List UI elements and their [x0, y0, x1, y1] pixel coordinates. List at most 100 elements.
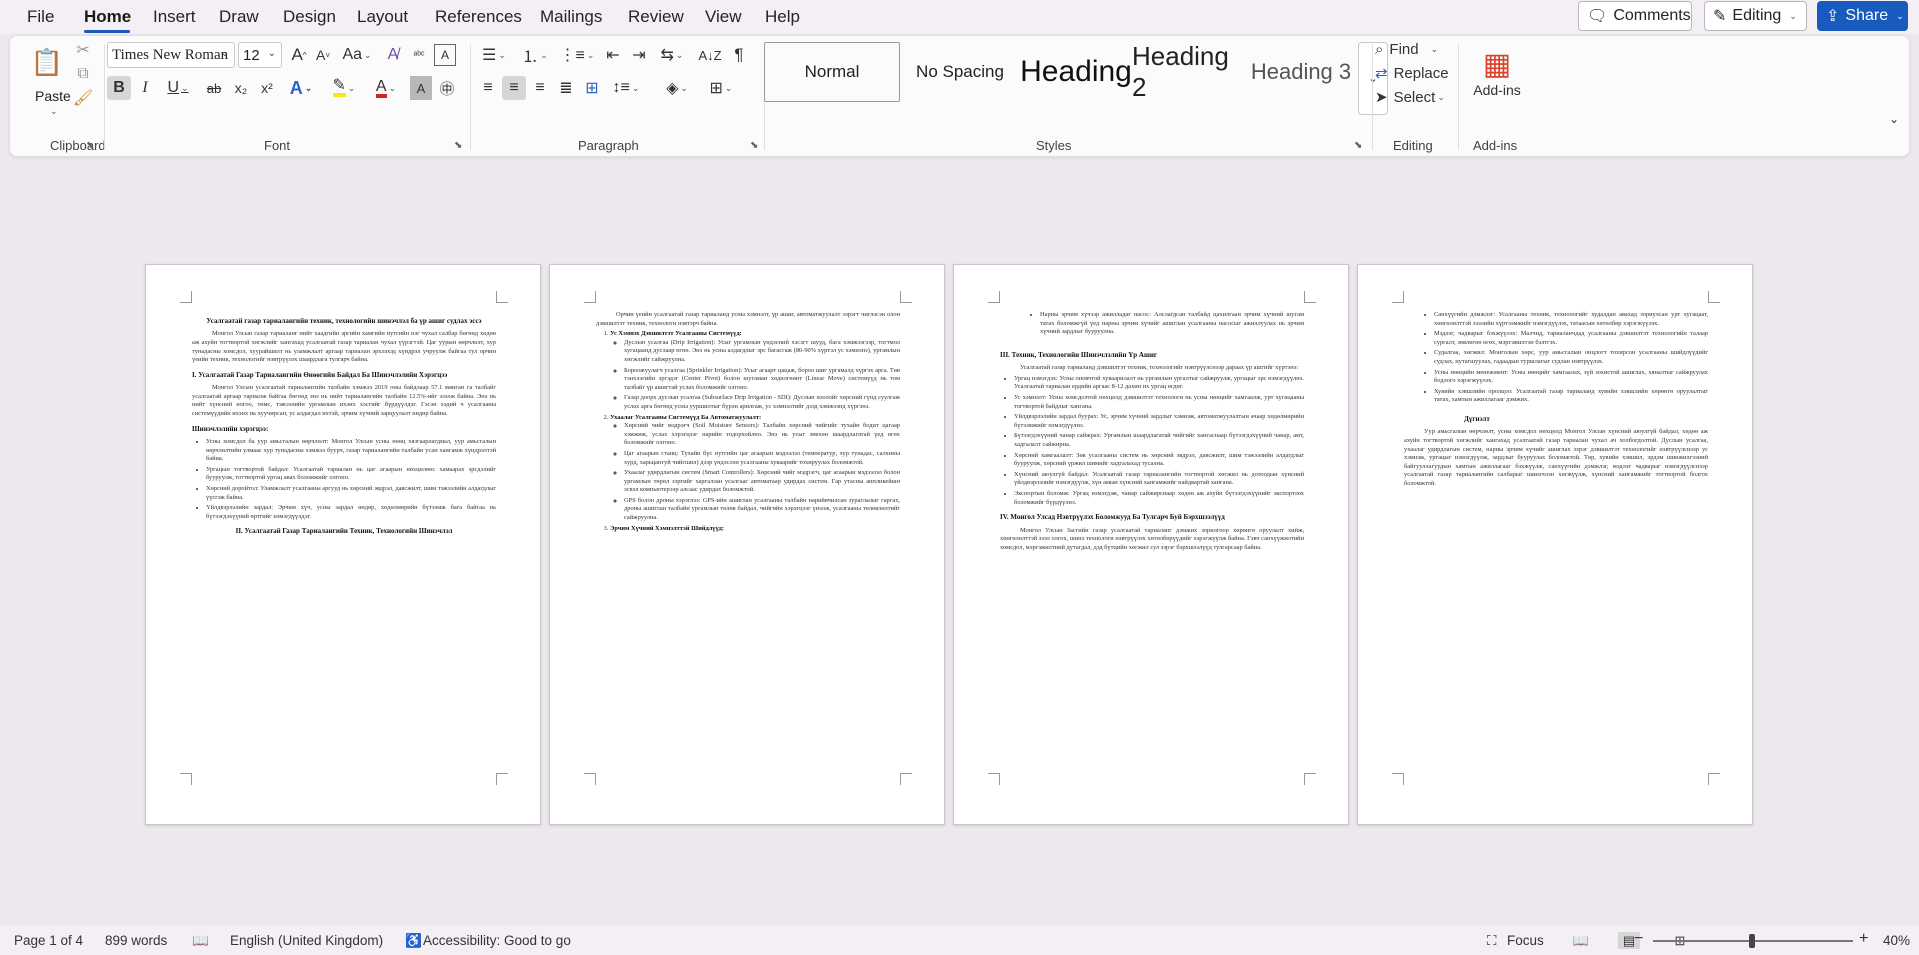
accessibility-status[interactable]: Accessibility: Good to go: [423, 933, 571, 948]
copy-button[interactable]: ⧉: [72, 64, 94, 84]
enclose-characters-button[interactable]: ㊥: [436, 76, 458, 100]
tab-design[interactable]: Design: [283, 7, 336, 27]
text-effects-button[interactable]: A ⌄: [284, 76, 318, 100]
list-item: Бороожуулагч усалгаа (Sprinkler Irrigati…: [624, 367, 900, 393]
grow-font-button[interactable]: A ^: [288, 44, 310, 66]
font-size-select[interactable]: 12 ⌄: [238, 42, 282, 68]
borders-button[interactable]: ⊞ ⌄: [702, 76, 740, 100]
show-formatting-marks-button[interactable]: ¶: [728, 44, 750, 66]
add-ins-button[interactable]: ▦ Add-ins: [1470, 38, 1524, 108]
share-button[interactable]: ⇪ Share ⌄: [1817, 1, 1908, 31]
phonetic-guide-button[interactable]: ᵃᵇᶜ: [408, 44, 430, 66]
crop-mark: [1304, 291, 1316, 303]
style-no-spacing[interactable]: No Spacing: [904, 42, 1016, 102]
change-case-button[interactable]: Aa ⌄: [338, 44, 376, 66]
numbering-button[interactable]: ⒈ ⌄: [516, 44, 554, 66]
cut-button[interactable]: ✂: [72, 40, 94, 60]
text-direction-button[interactable]: ⇆ ⌄: [654, 44, 690, 66]
select-button[interactable]: ➤ Select ⌄: [1375, 86, 1465, 108]
document-page-1[interactable]: Усалгаатай газар тариалангийн техник, те…: [145, 264, 541, 825]
comments-button[interactable]: 🗨 Comments: [1578, 1, 1692, 31]
paste-label: Paste: [35, 88, 71, 104]
increase-indent-button[interactable]: ⇥: [628, 44, 650, 66]
tab-mailings[interactable]: Mailings: [540, 7, 602, 27]
font-launcher-icon[interactable]: ⬊: [454, 140, 462, 151]
focus-button[interactable]: Focus: [1507, 933, 1544, 948]
style-heading-3[interactable]: Heading 3: [1248, 42, 1354, 102]
zoom-slider-handle[interactable]: [1749, 934, 1755, 948]
tab-insert[interactable]: Insert: [153, 7, 196, 27]
tab-view[interactable]: View: [705, 7, 742, 27]
chevron-down-icon: ⌄: [181, 82, 189, 93]
decrease-indent-button[interactable]: ⇤: [602, 44, 624, 66]
page-3-text: Нарны эрчим хүчээр ажилладаг насос: Алсл…: [1000, 311, 1304, 554]
replace-button[interactable]: ⇄ Replace: [1375, 62, 1465, 84]
clipboard-launcher-icon[interactable]: ⬊: [86, 140, 94, 151]
editing-mode-button[interactable]: ✎ Editing ⌄: [1704, 1, 1807, 31]
align-left-button[interactable]: ≡: [476, 76, 500, 100]
format-painter-button[interactable]: 🖌: [72, 88, 94, 108]
read-mode-icon[interactable]: 📖: [1570, 932, 1592, 949]
font-color-button[interactable]: A ⌄: [368, 76, 404, 100]
clear-formatting-button[interactable]: A̸: [382, 44, 404, 66]
bullets-button[interactable]: ☰ ⌄: [476, 44, 512, 66]
crop-mark: [900, 291, 912, 303]
multilevel-list-button[interactable]: ⋮≡ ⌄: [558, 44, 596, 66]
ribbon-home: 📋 Paste ⌄ ✂ ⧉ 🖌 Clipboard ⬊ Times New Ro…: [9, 35, 1910, 157]
distributed-button[interactable]: ⊞: [580, 76, 604, 100]
character-shading-button[interactable]: A: [410, 76, 432, 100]
tab-review[interactable]: Review: [628, 7, 684, 27]
find-button[interactable]: ⌕ Find ⌄: [1375, 38, 1455, 60]
align-center-button[interactable]: ≡: [502, 76, 526, 100]
pilcrow-icon: ¶: [734, 45, 744, 64]
tab-layout[interactable]: Layout: [357, 7, 408, 27]
sort-button[interactable]: A↓Z: [698, 44, 722, 66]
document-page-2[interactable]: Орчин үеийн усалгаатай газар тариаланд у…: [549, 264, 945, 825]
word-count[interactable]: 899 words: [105, 933, 167, 948]
underline-button[interactable]: U ⌄: [160, 76, 196, 100]
tab-references[interactable]: References: [435, 7, 522, 27]
zoom-out-icon[interactable]: −: [1634, 930, 1643, 948]
document-page-4[interactable]: Санхүүгийн дэмжлэг: Усалгааны техник, те…: [1357, 264, 1753, 825]
tab-file[interactable]: File: [27, 7, 54, 27]
superscript-button[interactable]: x²: [255, 76, 279, 100]
paragraph-launcher-icon[interactable]: ⬊: [750, 140, 758, 151]
tab-draw[interactable]: Draw: [219, 7, 259, 27]
highlight-color-button[interactable]: ✎ ⌄: [324, 76, 364, 100]
italic-button[interactable]: I: [134, 76, 156, 100]
list-item: Хөрсний хамгаалалт: Зөв усалгааны систем…: [1014, 452, 1304, 469]
tab-help[interactable]: Help: [765, 7, 800, 27]
document-page-3[interactable]: Нарны эрчим хүчээр ажилладаг насос: Алсл…: [953, 264, 1349, 825]
style-normal[interactable]: Normal: [764, 42, 900, 102]
borders-icon: ⊞: [709, 80, 723, 97]
styles-launcher-icon[interactable]: ⬊: [1354, 140, 1362, 151]
zoom-in-icon[interactable]: +: [1859, 930, 1868, 948]
subscript-button[interactable]: x₂: [229, 76, 253, 100]
paste-button[interactable]: 📋: [28, 42, 66, 82]
language-indicator[interactable]: English (United Kingdom): [230, 933, 383, 948]
chevron-down-icon: ⌄: [586, 49, 595, 60]
strikethrough-button[interactable]: ab: [202, 76, 226, 100]
page-4-text: Санхүүгийн дэмжлэг: Усалгааны техник, те…: [1404, 311, 1708, 491]
align-right-button[interactable]: ≡: [528, 76, 552, 100]
tab-home[interactable]: Home: [84, 7, 131, 27]
page-count[interactable]: Page 1 of 4: [14, 933, 83, 948]
style-heading[interactable]: Heading: [1020, 42, 1132, 102]
enclose-characters-icon: ㊥: [439, 80, 455, 98]
character-border-button[interactable]: A: [434, 44, 456, 66]
chevron-down-icon[interactable]: ⌄: [50, 106, 58, 117]
bold-button[interactable]: B: [107, 76, 131, 100]
font-family-select[interactable]: Times New Roman ⌄: [107, 42, 235, 68]
list-item: Усны нөөцийн менежмент: Усны нөөцийг хам…: [1434, 369, 1708, 386]
collapse-ribbon-button[interactable]: ⌄: [1884, 111, 1904, 127]
bullet-list: Дуслын усалгаа (Drip Irrigation): Усыг у…: [610, 339, 900, 412]
document-canvas[interactable]: Усалгаатай газар тариалангийн техник, те…: [0, 158, 1919, 926]
shrink-font-button[interactable]: A ˅: [312, 44, 334, 66]
justify-button[interactable]: ≣: [554, 76, 578, 100]
shading-button[interactable]: ◈ ⌄: [658, 76, 696, 100]
line-spacing-button[interactable]: ↕≡ ⌄: [608, 76, 644, 100]
zoom-level[interactable]: 40%: [1883, 933, 1910, 948]
crop-mark: [1392, 291, 1404, 303]
proofing-icon[interactable]: 📖: [192, 933, 209, 949]
style-heading-2[interactable]: Heading 2: [1132, 41, 1248, 102]
